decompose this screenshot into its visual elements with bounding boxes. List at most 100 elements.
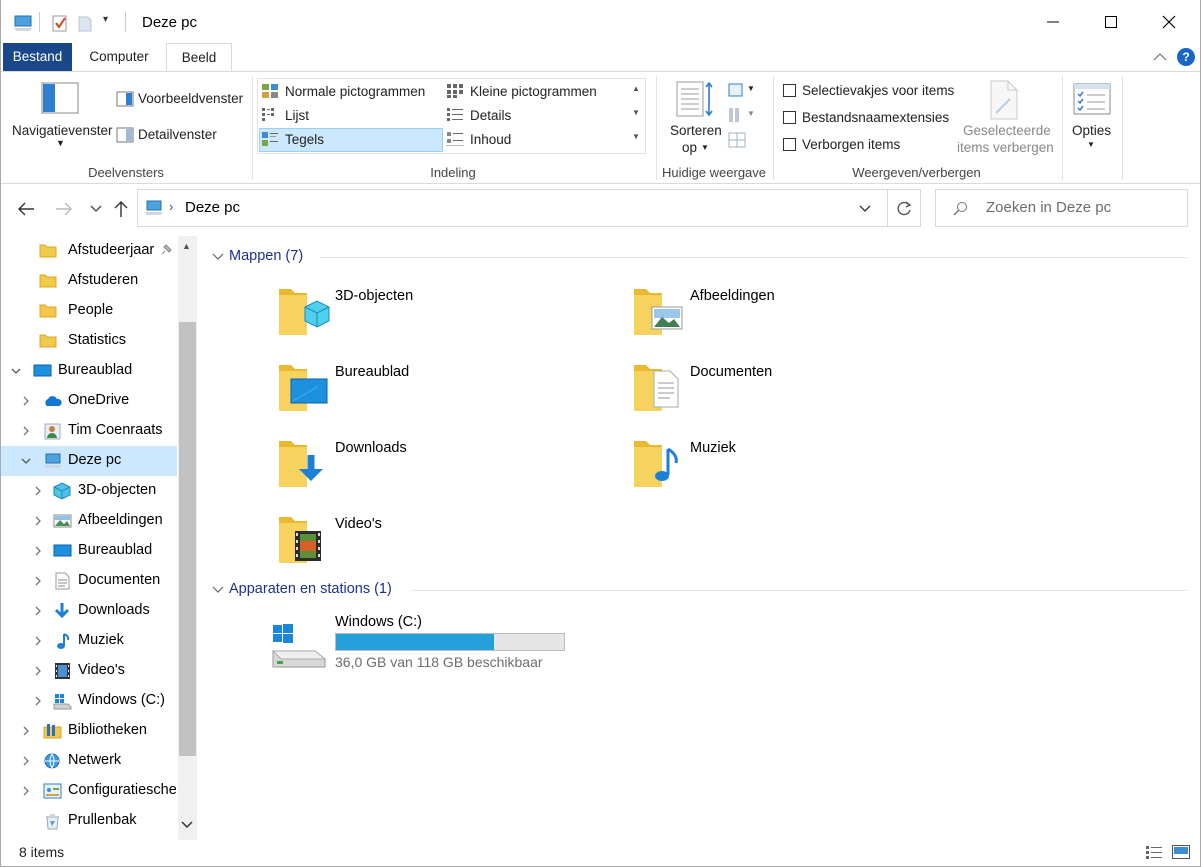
- scroll-down-icon[interactable]: ▼: [632, 108, 640, 117]
- tab-view[interactable]: Beeld: [166, 43, 232, 72]
- collapsed-chevron-icon[interactable]: [33, 696, 43, 706]
- folder-tile-muziek[interactable]: Muziek: [632, 433, 932, 493]
- details-view-icon[interactable]: [1145, 844, 1163, 860]
- properties-icon[interactable]: [51, 13, 69, 33]
- add-columns-icon[interactable]: [728, 107, 746, 123]
- tab-file[interactable]: Bestand: [3, 43, 72, 71]
- layout-details[interactable]: Details: [470, 108, 511, 123]
- details-pane-button[interactable]: Detailvenster: [138, 127, 217, 142]
- layout-tiles[interactable]: Tegels: [285, 132, 324, 147]
- recent-locations-icon[interactable]: [90, 205, 102, 213]
- collapsed-chevron-icon[interactable]: [21, 756, 31, 766]
- collapse-ribbon-icon[interactable]: [1153, 52, 1167, 62]
- group-header-devices[interactable]: Apparaten en stations (1): [229, 581, 392, 597]
- address-dropdown-icon[interactable]: [859, 205, 871, 213]
- tree-item-3d-objecten[interactable]: 3D-objecten: [1, 476, 177, 506]
- tree-item-windows-c[interactable]: Windows (C:): [1, 686, 177, 716]
- collapsed-chevron-icon[interactable]: [33, 516, 43, 526]
- expanded-chevron-icon[interactable]: [21, 456, 31, 466]
- hide-selected-button[interactable]: Geselecteerde: [963, 123, 1051, 138]
- sort-by-icon: [676, 81, 713, 117]
- folder-tile-bureaublad[interactable]: Bureaublad: [277, 357, 577, 417]
- tree-item-muziek[interactable]: Muziek: [1, 626, 177, 656]
- close-button[interactable]: [1140, 0, 1198, 44]
- refresh-icon[interactable]: [895, 200, 913, 218]
- back-icon[interactable]: [17, 201, 35, 217]
- scroll-up-icon[interactable]: ▲: [182, 241, 191, 251]
- tree-item-documenten[interactable]: Documenten: [1, 566, 177, 596]
- tree-item-netwerk[interactable]: Netwerk: [1, 746, 177, 776]
- folder-icon: [39, 332, 59, 354]
- help-icon[interactable]: ?: [1177, 48, 1195, 66]
- collapsed-chevron-icon[interactable]: [33, 606, 43, 616]
- options-button[interactable]: Opties: [1072, 123, 1111, 138]
- scroll-down-icon[interactable]: [181, 820, 193, 830]
- tree-item-people[interactable]: People: [1, 296, 177, 326]
- new-folder-icon[interactable]: [78, 14, 92, 32]
- item-checkboxes-checkbox[interactable]: [783, 84, 796, 97]
- size-columns-icon[interactable]: [728, 131, 746, 149]
- layout-list[interactable]: Lijst: [285, 108, 309, 123]
- collapse-group-icon[interactable]: [212, 253, 224, 261]
- tree-item-bureaublad[interactable]: Bureaublad: [1, 536, 177, 566]
- collapsed-chevron-icon[interactable]: [21, 786, 31, 796]
- tree-item-video-s[interactable]: Video's: [1, 656, 177, 686]
- collapsed-chevron-icon[interactable]: [33, 486, 43, 496]
- collapsed-chevron-icon[interactable]: [33, 576, 43, 586]
- customize-quick-access-icon[interactable]: ▾: [103, 14, 108, 25]
- folder-tile-documenten[interactable]: Documenten: [632, 357, 932, 417]
- file-extensions-checkbox[interactable]: [783, 111, 796, 124]
- collapsed-chevron-icon[interactable]: [33, 636, 43, 646]
- folder-tile-3d-objecten[interactable]: 3D-objecten: [277, 281, 577, 341]
- collapse-group-icon[interactable]: [212, 586, 224, 594]
- navigation-pane-button[interactable]: Navigatievenster: [12, 123, 113, 138]
- large-icons-view-icon[interactable]: [1172, 844, 1190, 860]
- folder-tile-video-s[interactable]: Video's: [277, 509, 577, 569]
- collapsed-chevron-icon[interactable]: [21, 426, 31, 436]
- preview-pane-button[interactable]: Voorbeeldvenster: [138, 91, 243, 106]
- collapsed-chevron-icon[interactable]: [33, 546, 43, 556]
- tree-item-downloads[interactable]: Downloads: [1, 596, 177, 626]
- scroll-up-icon[interactable]: ▲: [632, 84, 640, 93]
- small-icons-icon: [447, 84, 463, 98]
- drive-tile[interactable]: Windows (C:) 36,0 GB van 118 GB beschikb…: [269, 611, 569, 671]
- collapsed-chevron-icon[interactable]: [21, 396, 31, 406]
- drive-icon: [53, 692, 73, 714]
- address-bar[interactable]: › Deze pc: [137, 189, 921, 227]
- sort-by-button[interactable]: Sorteren: [670, 123, 722, 138]
- scrollbar-thumb[interactable]: [179, 322, 196, 756]
- tree-item-afbeeldingen[interactable]: Afbeeldingen: [1, 506, 177, 536]
- tree-item-prullenbak[interactable]: Prullenbak: [1, 806, 177, 836]
- pin-icon[interactable]: [159, 243, 173, 260]
- expanded-chevron-icon[interactable]: [11, 366, 21, 376]
- layout-normal-icons[interactable]: Normale pictogrammen: [285, 84, 425, 99]
- tree-item-bibliotheken[interactable]: Bibliotheken: [1, 716, 177, 746]
- collapsed-chevron-icon[interactable]: [33, 666, 43, 676]
- up-icon[interactable]: [113, 200, 129, 218]
- forward-icon[interactable]: [55, 201, 73, 217]
- minimize-button[interactable]: [1024, 0, 1082, 44]
- tree-item-statistics[interactable]: Statistics: [1, 326, 177, 356]
- search-box[interactable]: Zoeken in Deze pc: [935, 189, 1188, 227]
- tree-item-tim-coenraats[interactable]: Tim Coenraats: [1, 416, 177, 446]
- tree-item-afstuderen[interactable]: Afstuderen: [1, 266, 177, 296]
- breadcrumb[interactable]: Deze pc: [185, 199, 240, 216]
- tree-item-afstudeerjaar[interactable]: Afstudeerjaar: [1, 236, 177, 266]
- folder-tile-afbeeldingen[interactable]: Afbeeldingen: [632, 281, 932, 341]
- hidden-items-checkbox[interactable]: [783, 138, 796, 151]
- layout-content[interactable]: Inhoud: [470, 132, 511, 147]
- layout-small-icons[interactable]: Kleine pictogrammen: [470, 84, 597, 99]
- group-by-icon[interactable]: [728, 82, 746, 98]
- maximize-button[interactable]: [1082, 0, 1140, 44]
- folder-tile-downloads[interactable]: Downloads: [277, 433, 577, 493]
- collapsed-chevron-icon[interactable]: [21, 726, 31, 736]
- group-header-folders[interactable]: Mappen (7): [229, 248, 303, 264]
- tree-item-deze-pc[interactable]: Deze pc: [1, 446, 177, 476]
- tab-computer[interactable]: Computer: [77, 43, 161, 71]
- group-label: Indeling: [430, 165, 476, 180]
- tree-item-onedrive[interactable]: OneDrive: [1, 386, 177, 416]
- more-layouts-icon[interactable]: ▼: [632, 132, 640, 141]
- videos-icon: [277, 509, 333, 568]
- tree-item-bureaublad[interactable]: Bureaublad: [1, 356, 177, 386]
- tree-item-configuratiesche[interactable]: Configuratiesche: [1, 776, 177, 806]
